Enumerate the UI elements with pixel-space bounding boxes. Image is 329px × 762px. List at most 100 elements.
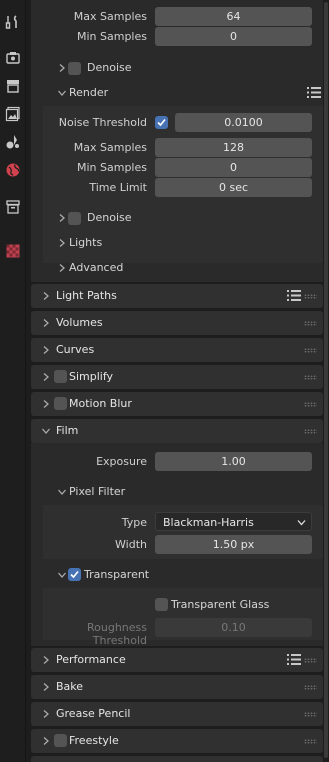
drag-handle-icon[interactable] xyxy=(304,294,317,299)
exposure-field[interactable]: 1.00 xyxy=(155,452,312,471)
render-subpanel-title: Render xyxy=(69,86,109,99)
view-layer-icon[interactable] xyxy=(3,104,23,124)
noise-threshold-field[interactable]: 0.0100 xyxy=(175,113,312,132)
panel-film-title: Film xyxy=(56,424,79,437)
panel-grease-pencil[interactable]: Grease Pencil xyxy=(31,702,323,726)
panel-simplify-title: Simplify xyxy=(69,370,114,383)
motion-blur-checkbox[interactable] xyxy=(54,397,67,410)
render-icon[interactable] xyxy=(3,48,23,68)
chevron-right-icon xyxy=(43,319,49,327)
panel-volumes[interactable]: Volumes xyxy=(31,311,323,335)
chevron-down-icon xyxy=(58,90,66,96)
drag-handle-icon[interactable] xyxy=(304,739,317,744)
advanced-label: Advanced xyxy=(69,261,124,274)
texture-icon[interactable] xyxy=(3,241,23,261)
presets-list-icon[interactable] xyxy=(307,86,321,99)
properties-tab-bar xyxy=(0,0,26,762)
chevron-down-icon xyxy=(58,489,66,495)
pixel-filter-type-label: Type xyxy=(121,516,147,529)
lights-label: Lights xyxy=(69,236,103,249)
pixel-filter-width-field[interactable]: 1.50 px xyxy=(155,535,312,554)
transparent-subpanel-header[interactable]: Transparent xyxy=(57,564,257,586)
panel-curves[interactable]: Curves xyxy=(31,338,323,362)
panel-volumes-title: Volumes xyxy=(56,316,103,329)
advanced-subpanel-header[interactable]: Advanced xyxy=(57,257,257,279)
panel-film[interactable]: Film xyxy=(31,419,323,443)
panel-performance[interactable]: Performance xyxy=(31,648,323,672)
viewport-min-samples-field[interactable]: 0 xyxy=(155,27,312,46)
scene-icon[interactable] xyxy=(3,132,23,152)
simplify-checkbox[interactable] xyxy=(54,370,67,383)
pixel-filter-width-label: Width xyxy=(115,538,147,551)
chevron-right-icon xyxy=(43,737,49,745)
time-limit-field[interactable]: 0 sec xyxy=(155,178,312,197)
viewport-denoise-label: Denoise xyxy=(87,61,132,74)
chevron-down-icon xyxy=(58,572,66,578)
render-denoise-subpanel-header[interactable]: Denoise xyxy=(57,207,257,229)
panel-performance-title: Performance xyxy=(56,653,126,666)
render-denoise-label: Denoise xyxy=(87,211,132,224)
scrollbar-thumb[interactable] xyxy=(324,2,328,758)
properties-editor: Max Samples 64 Min Samples 0 Denoise Ren… xyxy=(31,0,323,762)
pixel-filter-subpanel-header[interactable]: Pixel Filter xyxy=(57,481,257,503)
chevron-right-icon xyxy=(43,710,49,718)
drag-handle-icon[interactable] xyxy=(304,429,317,434)
transparent-glass-checkbox[interactable] xyxy=(155,598,168,611)
world-icon[interactable] xyxy=(3,160,23,180)
panel-curves-title: Curves xyxy=(56,343,95,356)
output-icon[interactable] xyxy=(3,76,23,96)
presets-list-icon[interactable] xyxy=(287,653,301,666)
noise-threshold-checkbox[interactable] xyxy=(155,116,168,129)
drag-handle-icon[interactable] xyxy=(304,685,317,690)
chevron-right-icon xyxy=(43,292,49,300)
viewport-denoise-checkbox[interactable] xyxy=(68,62,81,75)
viewport-denoise-subpanel-header[interactable]: Denoise xyxy=(57,57,257,79)
panel-motion-blur-title: Motion Blur xyxy=(69,397,132,410)
scrollbar[interactable] xyxy=(323,0,329,762)
chevron-right-icon xyxy=(59,64,65,72)
render-min-samples-label: Min Samples xyxy=(77,161,147,174)
panel-bake[interactable]: Bake xyxy=(31,675,323,699)
panel-freestyle[interactable]: Freestyle xyxy=(31,729,323,753)
chevron-right-icon xyxy=(43,346,49,354)
drag-handle-icon[interactable] xyxy=(304,348,317,353)
pixel-filter-type-value: Blackman-Harris xyxy=(163,516,254,529)
viewport-max-samples-field[interactable]: 64 xyxy=(155,7,312,26)
collection-icon[interactable] xyxy=(3,197,23,217)
panel-motion-blur[interactable]: Motion Blur xyxy=(31,392,323,416)
noise-threshold-label: Noise Threshold xyxy=(58,116,147,129)
drag-handle-icon[interactable] xyxy=(304,321,317,326)
panel-light-paths-title: Light Paths xyxy=(56,289,117,302)
checkmark-icon xyxy=(70,570,79,579)
panel-grease-pencil-title: Grease Pencil xyxy=(56,707,131,720)
presets-list-icon[interactable] xyxy=(287,289,301,302)
render-max-samples-field[interactable]: 128 xyxy=(155,138,312,157)
chevron-down-icon xyxy=(42,428,50,434)
render-min-samples-field[interactable]: 0 xyxy=(155,158,312,177)
lights-subpanel-header[interactable]: Lights xyxy=(57,232,257,254)
panel-simplify[interactable]: Simplify xyxy=(31,365,323,389)
roughness-threshold-label: Roughness Threshold xyxy=(86,621,147,647)
drag-handle-icon[interactable] xyxy=(304,375,317,380)
chevron-right-icon xyxy=(43,400,49,408)
chevron-right-icon xyxy=(43,656,49,664)
drag-handle-icon[interactable] xyxy=(304,712,317,717)
exposure-label: Exposure xyxy=(96,455,147,468)
panel-bake-title: Bake xyxy=(56,680,84,693)
transparent-checkbox[interactable] xyxy=(68,568,81,581)
transparent-glass-label: Transparent Glass xyxy=(171,598,270,611)
checkmark-icon xyxy=(157,118,166,127)
render-subpanel-header[interactable]: Render xyxy=(57,82,323,104)
panel-light-paths[interactable]: Light Paths xyxy=(31,284,323,308)
pixel-filter-type-dropdown[interactable]: Blackman-Harris xyxy=(155,512,312,531)
render-denoise-checkbox[interactable] xyxy=(68,212,81,225)
drag-handle-icon[interactable] xyxy=(304,402,317,407)
panel-freestyle-title: Freestyle xyxy=(69,734,119,747)
tool-icon[interactable] xyxy=(3,12,23,32)
roughness-threshold-field[interactable]: 0.10 xyxy=(155,618,312,637)
chevron-right-icon xyxy=(43,373,49,381)
freestyle-checkbox[interactable] xyxy=(54,734,67,747)
drag-handle-icon[interactable] xyxy=(304,658,317,663)
chevron-right-icon xyxy=(59,264,65,272)
chevron-down-icon xyxy=(297,520,306,526)
